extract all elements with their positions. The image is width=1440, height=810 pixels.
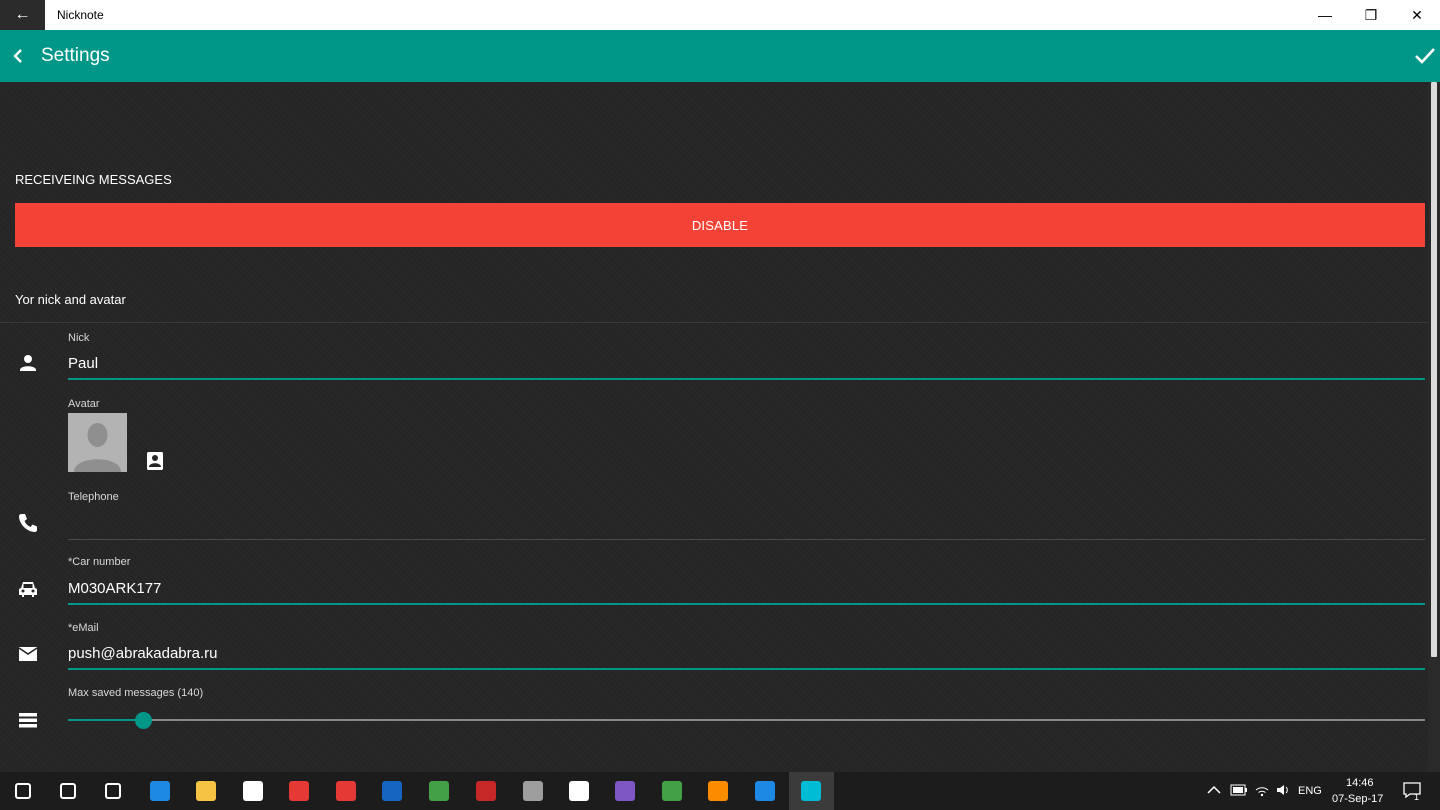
start-icon[interactable]: [8, 776, 38, 806]
nicknote-icon[interactable]: [796, 776, 826, 806]
yandex-browser-icon-glyph: [336, 781, 356, 801]
disable-button[interactable]: DISABLE: [15, 203, 1425, 247]
chrome-icon[interactable]: [424, 776, 454, 806]
telephone-label: Telephone: [68, 491, 119, 503]
xdk-icon-glyph: [755, 781, 775, 801]
scrollbar-thumb[interactable]: [1431, 82, 1437, 657]
max-saved-slider-track[interactable]: [68, 719, 1425, 721]
evernote-icon-glyph: [662, 781, 682, 801]
page-title: Settings: [41, 45, 110, 66]
search-icon-glyph: [60, 783, 76, 799]
app-icon-glyph: [523, 781, 543, 801]
mail-icon[interactable]: [564, 776, 594, 806]
maximize-button[interactable]: ❐: [1348, 0, 1394, 30]
nick-input[interactable]: Paul: [68, 355, 1425, 372]
scrollbar[interactable]: [1428, 82, 1440, 772]
profile-section-label: Yor nick and avatar: [15, 292, 126, 307]
edge-icon[interactable]: [145, 776, 175, 806]
clock-time[interactable]: 14:46: [1346, 777, 1374, 789]
back-button[interactable]: [4, 49, 32, 63]
mail-icon-glyph: [569, 781, 589, 801]
check-icon: [1415, 48, 1435, 64]
yandex-browser-icon[interactable]: [331, 776, 361, 806]
car-number-label: *Car number: [68, 556, 131, 568]
wifi-icon[interactable]: [1254, 782, 1270, 798]
app-icon[interactable]: [518, 776, 548, 806]
nick-label: Nick: [68, 332, 90, 344]
window-controls: — ❐ ✕: [1302, 0, 1440, 30]
close-button[interactable]: ✕: [1394, 0, 1440, 30]
notification-count: 1: [1414, 792, 1420, 802]
max-saved-slider-thumb[interactable]: [135, 712, 153, 729]
filezilla-icon[interactable]: [471, 776, 501, 806]
visual-studio-icon[interactable]: [610, 776, 640, 806]
xampp-icon[interactable]: [703, 776, 733, 806]
file-explorer-icon-glyph: [196, 781, 216, 801]
battery-icon[interactable]: [1230, 784, 1248, 796]
window-title: Nicknote: [57, 8, 104, 22]
image-picker-icon[interactable]: [146, 451, 164, 471]
settings-content: RECEIVEING MESSAGES DISABLE Yor nick and…: [0, 82, 1428, 772]
edge-icon-glyph: [150, 781, 170, 801]
filezilla-icon-glyph: [476, 781, 496, 801]
store-icon-glyph: [243, 781, 263, 801]
window-back-button[interactable]: ←: [0, 0, 45, 30]
mail-icon: [18, 647, 38, 661]
email-input[interactable]: push@abrakadabra.ru: [68, 645, 1425, 662]
xdk-icon[interactable]: [750, 776, 780, 806]
avatar[interactable]: [68, 413, 127, 472]
car-icon: [19, 582, 37, 597]
section-divider: [0, 322, 1428, 323]
avatar-label: Avatar: [68, 398, 100, 410]
clock-date[interactable]: 07-Sep-17: [1332, 793, 1383, 805]
email-label: *eMail: [68, 622, 99, 634]
phone-icon: [19, 514, 37, 532]
minimize-button[interactable]: —: [1302, 0, 1348, 30]
telephone-input-underline: [68, 539, 1425, 540]
max-saved-slider-fill: [68, 719, 144, 721]
app-bar: Settings: [0, 30, 1440, 82]
xampp-icon-glyph: [708, 781, 728, 801]
search-icon[interactable]: [53, 776, 83, 806]
visual-studio-icon-glyph: [615, 781, 635, 801]
outlook-icon[interactable]: [377, 776, 407, 806]
taskbar: ENG 14:46 07-Sep-17 1: [0, 772, 1440, 810]
car-number-input-underline: [68, 603, 1425, 605]
max-saved-label: Max saved messages (140): [68, 687, 204, 699]
task-view-icon-glyph: [105, 783, 121, 799]
gift-icon[interactable]: [284, 776, 314, 806]
chevron-left-icon: [13, 49, 22, 63]
language-indicator[interactable]: ENG: [1298, 785, 1322, 797]
store-icon[interactable]: [238, 776, 268, 806]
confirm-button[interactable]: [1412, 43, 1438, 69]
list-icon: [19, 713, 37, 728]
gift-icon-glyph: [289, 781, 309, 801]
chrome-icon-glyph: [429, 781, 449, 801]
outlook-icon-glyph: [382, 781, 402, 801]
start-icon-glyph: [15, 783, 31, 799]
nick-input-underline: [68, 378, 1425, 380]
evernote-icon[interactable]: [657, 776, 687, 806]
chevron-up-icon[interactable]: [1207, 785, 1221, 795]
file-explorer-icon[interactable]: [191, 776, 221, 806]
window-titlebar: ← Nicknote — ❐ ✕: [0, 0, 1440, 30]
volume-icon[interactable]: [1275, 782, 1291, 798]
receiving-section-label: RECEIVEING MESSAGES: [15, 172, 172, 187]
person-icon: [20, 355, 36, 371]
avatar-silhouette-icon: [74, 423, 121, 472]
nicknote-icon-glyph: [801, 781, 821, 801]
car-number-input[interactable]: M030ARK177: [68, 580, 1425, 597]
email-input-underline: [68, 668, 1425, 670]
task-view-icon[interactable]: [98, 776, 128, 806]
